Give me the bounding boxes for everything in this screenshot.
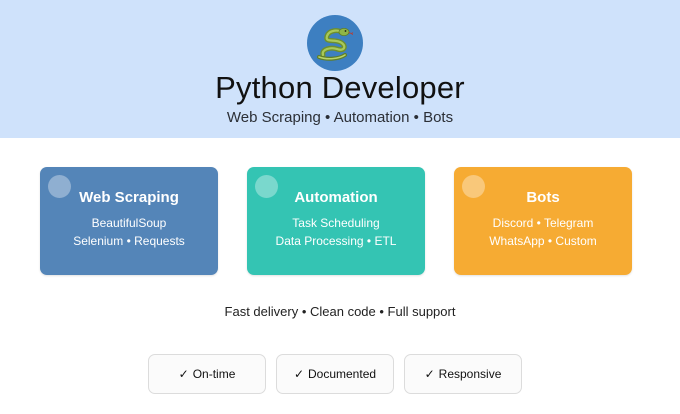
python-snake-icon [307, 15, 363, 71]
badge-label: On-time [192, 367, 236, 381]
card-line: Task Scheduling [292, 216, 380, 230]
hero-banner: Python Developer Web Scraping • Automati… [0, 0, 680, 138]
card-web-scraping[interactable]: Web Scraping BeautifulSoup Selenium • Re… [40, 167, 218, 275]
check-icon: ✓ [424, 367, 435, 381]
badge-label: Responsive [438, 367, 502, 381]
card-bots[interactable]: Bots Discord • Telegram WhatsApp • Custo… [454, 167, 632, 275]
card-title: Bots [526, 189, 560, 206]
badge-on-time: ✓ On-time [148, 354, 266, 394]
page-title: Python Developer [215, 70, 465, 105]
check-icon: ✓ [178, 367, 189, 381]
card-line: WhatsApp • Custom [489, 234, 597, 248]
card-title: Automation [294, 189, 378, 206]
card-line: Selenium • Requests [73, 234, 185, 248]
tagline: Fast delivery • Clean code • Full suppor… [224, 304, 456, 319]
card-automation[interactable]: Automation Task Scheduling Data Processi… [247, 167, 425, 275]
badge-documented: ✓ Documented [276, 354, 394, 394]
card-line: Data Processing • ETL [275, 234, 397, 248]
badge-label: Documented [308, 367, 377, 381]
check-icon: ✓ [293, 367, 304, 381]
card-line: BeautifulSoup [91, 216, 167, 230]
card-line: Discord • Telegram [492, 216, 594, 230]
card-title: Web Scraping [79, 189, 179, 206]
badge-responsive: ✓ Responsive [404, 354, 522, 394]
page-subtitle: Web Scraping • Automation • Bots [226, 109, 454, 126]
